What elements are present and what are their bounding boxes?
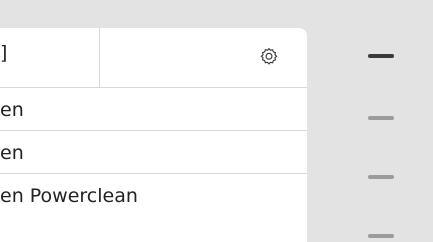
top-strip	[0, 0, 433, 28]
right-pane	[307, 28, 433, 242]
gear-icon[interactable]	[258, 46, 280, 68]
drag-handle-active[interactable]	[368, 54, 394, 58]
header-left-text: ]	[0, 42, 8, 64]
settings-panel: ] en en en Powerclean	[0, 28, 307, 242]
drag-handle[interactable]	[368, 234, 394, 238]
list-item[interactable]: en	[0, 88, 307, 131]
list-item[interactable]: en Powerclean	[0, 174, 307, 242]
list-item-label: en	[0, 99, 24, 121]
list-item[interactable]: en	[0, 131, 307, 174]
list-item-label: en Powerclean	[0, 185, 138, 207]
header-left-cell[interactable]: ]	[0, 28, 100, 87]
drag-handle[interactable]	[368, 116, 394, 120]
list-item-label: en	[0, 142, 24, 164]
drag-handle[interactable]	[368, 175, 394, 179]
panel-header: ]	[0, 28, 307, 88]
